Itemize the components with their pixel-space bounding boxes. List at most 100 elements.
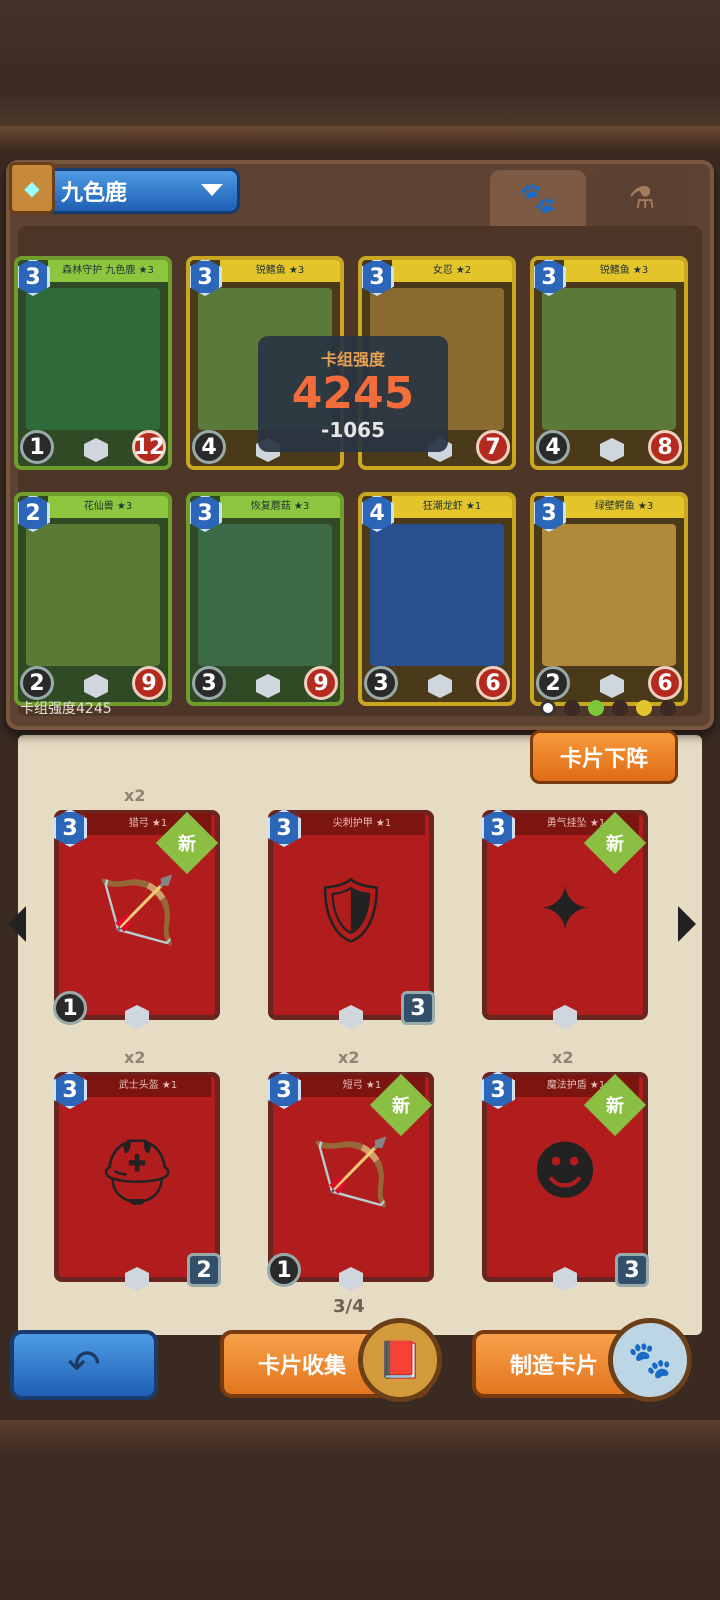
card-count: x2	[552, 1048, 574, 1067]
collection-card[interactable]: 魔法护盾 ★1 3 ☻ 3 新	[481, 1071, 649, 1291]
card-art	[26, 524, 160, 666]
bottom-wood-frame	[0, 1420, 720, 1600]
card-title: 女忍 ★2	[392, 260, 512, 282]
card-title: 恢复蘑菇 ★3	[220, 496, 340, 518]
card-health: 9	[132, 666, 166, 700]
card-collection-label: 卡片收集	[258, 1354, 347, 1379]
card-cost: 3	[53, 1071, 87, 1109]
deck-card[interactable]: 森林守护 九色鹿 ★3 3 1 12	[14, 256, 172, 470]
rarity-gem-icon	[256, 674, 280, 698]
collection-card[interactable]: 武士头盔 ★1 3 ⛑ 2	[53, 1071, 221, 1291]
card-count: x2	[124, 786, 146, 805]
card-armor: 2	[187, 1253, 221, 1287]
card-cost: 3	[481, 809, 515, 847]
card-health: 9	[304, 666, 338, 700]
deck-card[interactable]: 花仙兽 ★3 2 2 9	[14, 492, 172, 706]
craft-card-label: 制造卡片	[510, 1354, 599, 1379]
item-art-icon: 🏹	[97, 873, 177, 948]
item-art-icon: ✦	[538, 873, 592, 947]
deck-card[interactable]: 锐鳍鱼 ★3 3 4 8	[530, 256, 688, 470]
rarity-gem-icon	[84, 674, 108, 698]
rarity-gem-icon	[600, 438, 624, 462]
card-cost: 3	[53, 809, 87, 847]
top-wood-frame	[0, 0, 720, 150]
card-health: 12	[132, 430, 166, 464]
deck-card[interactable]: 绿壁鳄鱼 ★3 3 2 6	[530, 492, 688, 706]
item-art-icon: ☻	[531, 1135, 599, 1209]
card-cost: 3	[481, 1071, 515, 1109]
deck-book-icon: ◆	[9, 162, 55, 214]
deck-name: 九色鹿	[61, 181, 128, 206]
card-attack: 1	[267, 1253, 301, 1287]
chevron-down-icon	[201, 184, 223, 196]
rarity-gem-icon	[600, 674, 624, 698]
item-art-icon: 🏹	[311, 1135, 391, 1210]
card-attack: 1	[53, 991, 87, 1025]
card-count: x2	[338, 1048, 360, 1067]
deck-card[interactable]: 狂潮龙虾 ★1 4 3 6	[358, 492, 516, 706]
card-art	[26, 288, 160, 430]
filter-all-icon[interactable]	[540, 700, 556, 716]
filter-icon[interactable]	[612, 700, 628, 716]
card-health: 8	[648, 430, 682, 464]
rarity-gem-icon	[428, 674, 452, 698]
filter-icon[interactable]	[564, 700, 580, 716]
arrow-right-icon[interactable]	[678, 906, 696, 942]
card-title: 尖刺护甲 ★1	[299, 813, 425, 835]
rarity-gem-icon	[84, 438, 108, 462]
card-title: 锐鳍鱼 ★3	[220, 260, 340, 282]
card-art	[542, 524, 676, 666]
card-health: 6	[648, 666, 682, 700]
card-attack: 2	[20, 666, 54, 700]
deck-power-popup: 卡组强度 4245 -1065	[258, 336, 448, 452]
deck-selector-dropdown[interactable]: ◆ 九色鹿	[9, 162, 240, 214]
filter-green-icon[interactable]	[588, 700, 604, 716]
card-book-icon: 📕	[358, 1318, 442, 1402]
card-attack: 4	[536, 430, 570, 464]
card-attack: 4	[192, 430, 226, 464]
tab-creatures[interactable]: 🐾	[490, 170, 586, 226]
card-attack: 3	[192, 666, 226, 700]
card-title: 狂潮龙虾 ★1	[392, 496, 512, 518]
card-art	[542, 288, 676, 430]
power-delta: -1065	[321, 418, 385, 442]
card-art	[370, 524, 504, 666]
back-arrow-icon: ↶	[67, 1342, 101, 1388]
potion-icon: ⚗	[628, 180, 656, 216]
card-title: 绿壁鳄鱼 ★3	[564, 496, 684, 518]
arrow-left-icon[interactable]	[8, 906, 26, 942]
card-cost: 3	[267, 1071, 301, 1109]
collection-card[interactable]: 勇气挂坠 ★1 3 ✦ 新	[481, 809, 648, 1029]
card-health: 7	[476, 430, 510, 464]
paw-icon: 🐾	[519, 180, 557, 216]
collection-card[interactable]: 猎弓 ★1 3 🏹 1 新	[53, 809, 220, 1029]
card-attack: 3	[364, 666, 398, 700]
filter-gold-icon[interactable]	[636, 700, 652, 716]
card-count: x2	[124, 1048, 146, 1067]
collection-card[interactable]: 短弓 ★1 3 🏹 1 新	[267, 1071, 434, 1291]
back-button[interactable]: ↶	[10, 1330, 158, 1400]
card-armor: 3	[615, 1253, 649, 1287]
tab-items[interactable]: ⚗	[594, 170, 690, 226]
item-art-icon: ⛑	[96, 1135, 178, 1210]
card-title: 花仙兽 ★3	[48, 496, 168, 518]
page-indicator: 3/4	[333, 1296, 365, 1317]
paw-jar-icon: 🐾	[608, 1318, 692, 1402]
card-title: 森林守护 九色鹿 ★3	[48, 260, 168, 282]
deck-card[interactable]: 恢复蘑菇 ★3 3 3 9	[186, 492, 344, 706]
card-title: 锐鳍鱼 ★3	[564, 260, 684, 282]
power-label: 卡组强度	[320, 350, 385, 369]
collection-card[interactable]: 尖刺护甲 ★1 3 🛡 3	[267, 809, 435, 1029]
filter-icon[interactable]	[660, 700, 676, 716]
filter-row	[540, 700, 676, 716]
card-cost: 3	[267, 809, 301, 847]
power-value: 4245	[291, 368, 415, 419]
card-attack: 2	[536, 666, 570, 700]
card-attack: 1	[20, 430, 54, 464]
item-art-icon: 🛡	[310, 873, 392, 948]
card-armor: 3	[401, 991, 435, 1025]
remove-card-button[interactable]: 卡片下阵	[530, 730, 678, 784]
card-title: 武士头盔 ★1	[85, 1075, 211, 1097]
card-art	[198, 524, 332, 666]
deck-power-footer: 卡组强度4245	[20, 701, 112, 717]
